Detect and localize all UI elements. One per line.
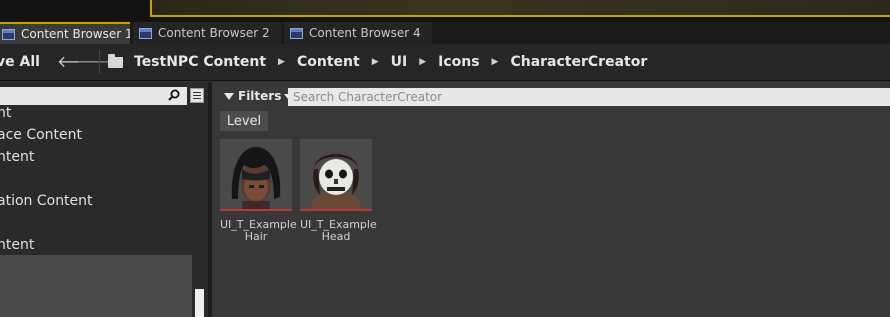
- search-input[interactable]: [288, 88, 890, 106]
- breadcrumb-item[interactable]: Content: [297, 54, 360, 70]
- tab-label: Content Browser 1: [21, 27, 130, 41]
- tab-bar: Content Browser 1 Content Browser 2 Cont…: [0, 22, 890, 44]
- viewport-preview: [150, 0, 890, 17]
- path-bar: ve All 🡐 🡒 TestNPC Content ▶ Content ▶ U…: [0, 44, 890, 81]
- source-item[interactable]: ntent: [0, 149, 34, 165]
- toolbar-divider: [99, 50, 100, 74]
- save-all-button[interactable]: ve All: [0, 54, 40, 70]
- breadcrumb-arrow-icon[interactable]: ▶: [419, 57, 426, 67]
- asset-name: UI_T_Example Hair: [220, 218, 297, 243]
- source-item[interactable]: ntent: [0, 237, 34, 253]
- sources-panel: nt ace Content ntent ation Content ntent: [0, 82, 208, 317]
- content-browser-icon: [290, 27, 303, 39]
- content-browser-icon: [2, 28, 15, 40]
- breadcrumb-item[interactable]: CharacterCreator: [510, 54, 647, 70]
- content-browser-icon: [139, 27, 152, 39]
- sources-search-field[interactable]: [0, 87, 187, 105]
- filters-button[interactable]: Filters: [224, 89, 293, 103]
- folder-icon: [108, 53, 123, 68]
- filters-label: Filters: [238, 89, 282, 103]
- tab-content-browser-2[interactable]: Content Browser 2: [133, 22, 281, 44]
- breadcrumb-item[interactable]: TestNPC Content: [134, 54, 266, 70]
- filter-icon: [224, 92, 234, 100]
- level-filter-chip[interactable]: Level: [220, 111, 268, 131]
- asset-tile[interactable]: UI_T_Example Hair: [220, 139, 297, 243]
- breadcrumb-arrow-icon[interactable]: ▶: [372, 57, 379, 67]
- breadcrumb-arrow-icon[interactable]: ▶: [492, 57, 499, 67]
- breadcrumb-arrow-icon[interactable]: ▶: [278, 57, 285, 67]
- breadcrumb-item[interactable]: Icons: [438, 54, 479, 70]
- asset-tile[interactable]: UI_T_Example Head: [300, 139, 377, 243]
- source-item[interactable]: ace Content: [0, 127, 82, 143]
- search-icon[interactable]: [168, 89, 180, 101]
- tab-label: Content Browser 2: [158, 26, 270, 40]
- source-item[interactable]: nt: [0, 105, 11, 121]
- source-item[interactable]: ation Content: [0, 193, 93, 209]
- tab-label: Content Browser 4: [309, 26, 421, 40]
- source-list-area: [0, 255, 192, 317]
- view-options-icon[interactable]: [190, 88, 204, 103]
- sources-scrollbar[interactable]: [195, 289, 204, 317]
- breadcrumb: TestNPC Content ▶ Content ▶ UI ▶ Icons ▶…: [108, 53, 647, 70]
- tab-content-browser-4[interactable]: Content Browser 4: [284, 22, 432, 44]
- skull-head-portrait-icon: [300, 139, 372, 211]
- asset-panel: Filters Level UI_T_Example Hair: [212, 82, 890, 317]
- asset-name: UI_T_Example Head: [300, 218, 377, 243]
- breadcrumb-item[interactable]: UI: [391, 54, 408, 70]
- hair-portrait-icon: [220, 139, 292, 211]
- tab-content-browser-1[interactable]: Content Browser 1: [0, 22, 130, 44]
